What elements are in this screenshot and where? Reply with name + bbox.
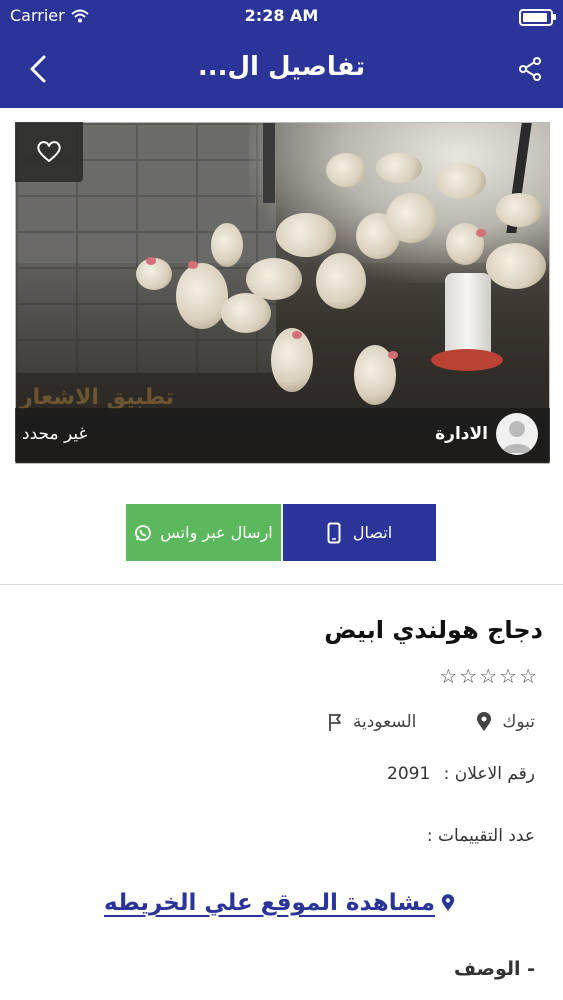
description-label: - الوصف: [453, 958, 535, 980]
view-on-map-link[interactable]: مشاهدة الموقع علي الخريطه: [104, 890, 455, 916]
feeder-tray: [431, 349, 503, 371]
city-label: تبوك: [502, 712, 535, 732]
ratings-count-label: عدد التقييمات :: [426, 826, 535, 846]
owner-name[interactable]: الادارة: [435, 424, 488, 444]
whatsapp-button[interactable]: ارسال عبر واتس: [126, 504, 281, 561]
star-icon[interactable]: ☆: [459, 664, 477, 688]
favorite-button[interactable]: [15, 122, 83, 182]
back-icon[interactable]: [24, 52, 54, 86]
battery-icon: [519, 9, 556, 26]
status-bar: Carrier 2:28 AM: [0, 4, 563, 26]
chicken-comb: [188, 261, 198, 269]
chicken: [496, 193, 542, 227]
ad-number-label: رقم الاعلان :: [443, 764, 535, 784]
location-pin-icon: [441, 894, 455, 911]
chicken: [271, 328, 313, 392]
app-header: Carrier 2:28 AM تفاصيل ال...: [0, 0, 563, 108]
flag-icon: [328, 714, 341, 731]
watermark: تطبيق الاشعار: [20, 385, 175, 410]
price-label: غير محدد: [22, 424, 88, 444]
feeder-jug: [445, 273, 491, 355]
star-icon[interactable]: ☆: [499, 664, 517, 688]
ad-number-value: 2091: [387, 764, 431, 784]
whatsapp-label: ارسال عبر واتس: [160, 523, 273, 542]
chicken: [176, 263, 228, 329]
location-pin-icon: [477, 712, 492, 731]
photo-pole: [263, 123, 275, 203]
ad-title: دجاج هولندي ابيض: [324, 616, 543, 644]
chicken-comb: [388, 351, 398, 359]
divider: [0, 584, 563, 585]
rating-stars[interactable]: ☆ ☆ ☆ ☆ ☆: [439, 664, 537, 688]
phone-icon: [327, 522, 341, 543]
country-label: السعودية: [352, 712, 417, 732]
star-icon[interactable]: ☆: [439, 664, 457, 688]
location-row: السعودية تبوك: [327, 712, 535, 732]
chicken: [436, 163, 486, 199]
avatar-icon: [502, 421, 532, 453]
feeder: [431, 273, 503, 383]
chicken: [386, 193, 436, 243]
heart-icon: [37, 141, 61, 162]
chicken: [316, 253, 366, 309]
clock: 2:28 AM: [244, 6, 319, 25]
chicken: [211, 223, 243, 267]
chicken-comb: [476, 229, 486, 237]
chicken-comb: [146, 257, 156, 265]
star-icon[interactable]: ☆: [479, 664, 497, 688]
chicken: [376, 153, 422, 183]
photo-info-bar: غير محدد الادارة: [15, 408, 550, 462]
chicken: [246, 258, 302, 300]
call-button[interactable]: اتصال: [283, 504, 436, 561]
call-label: اتصال: [352, 523, 393, 542]
chicken: [276, 213, 336, 257]
share-icon[interactable]: [517, 56, 543, 82]
avatar[interactable]: [496, 413, 538, 455]
whatsapp-icon: [135, 524, 152, 541]
chicken-comb: [292, 331, 302, 339]
chicken: [221, 293, 271, 333]
star-icon[interactable]: ☆: [519, 664, 537, 688]
page-title: تفاصيل ال...: [197, 52, 366, 82]
chicken: [326, 153, 366, 187]
map-link-label: مشاهدة الموقع علي الخريطه: [104, 890, 436, 916]
